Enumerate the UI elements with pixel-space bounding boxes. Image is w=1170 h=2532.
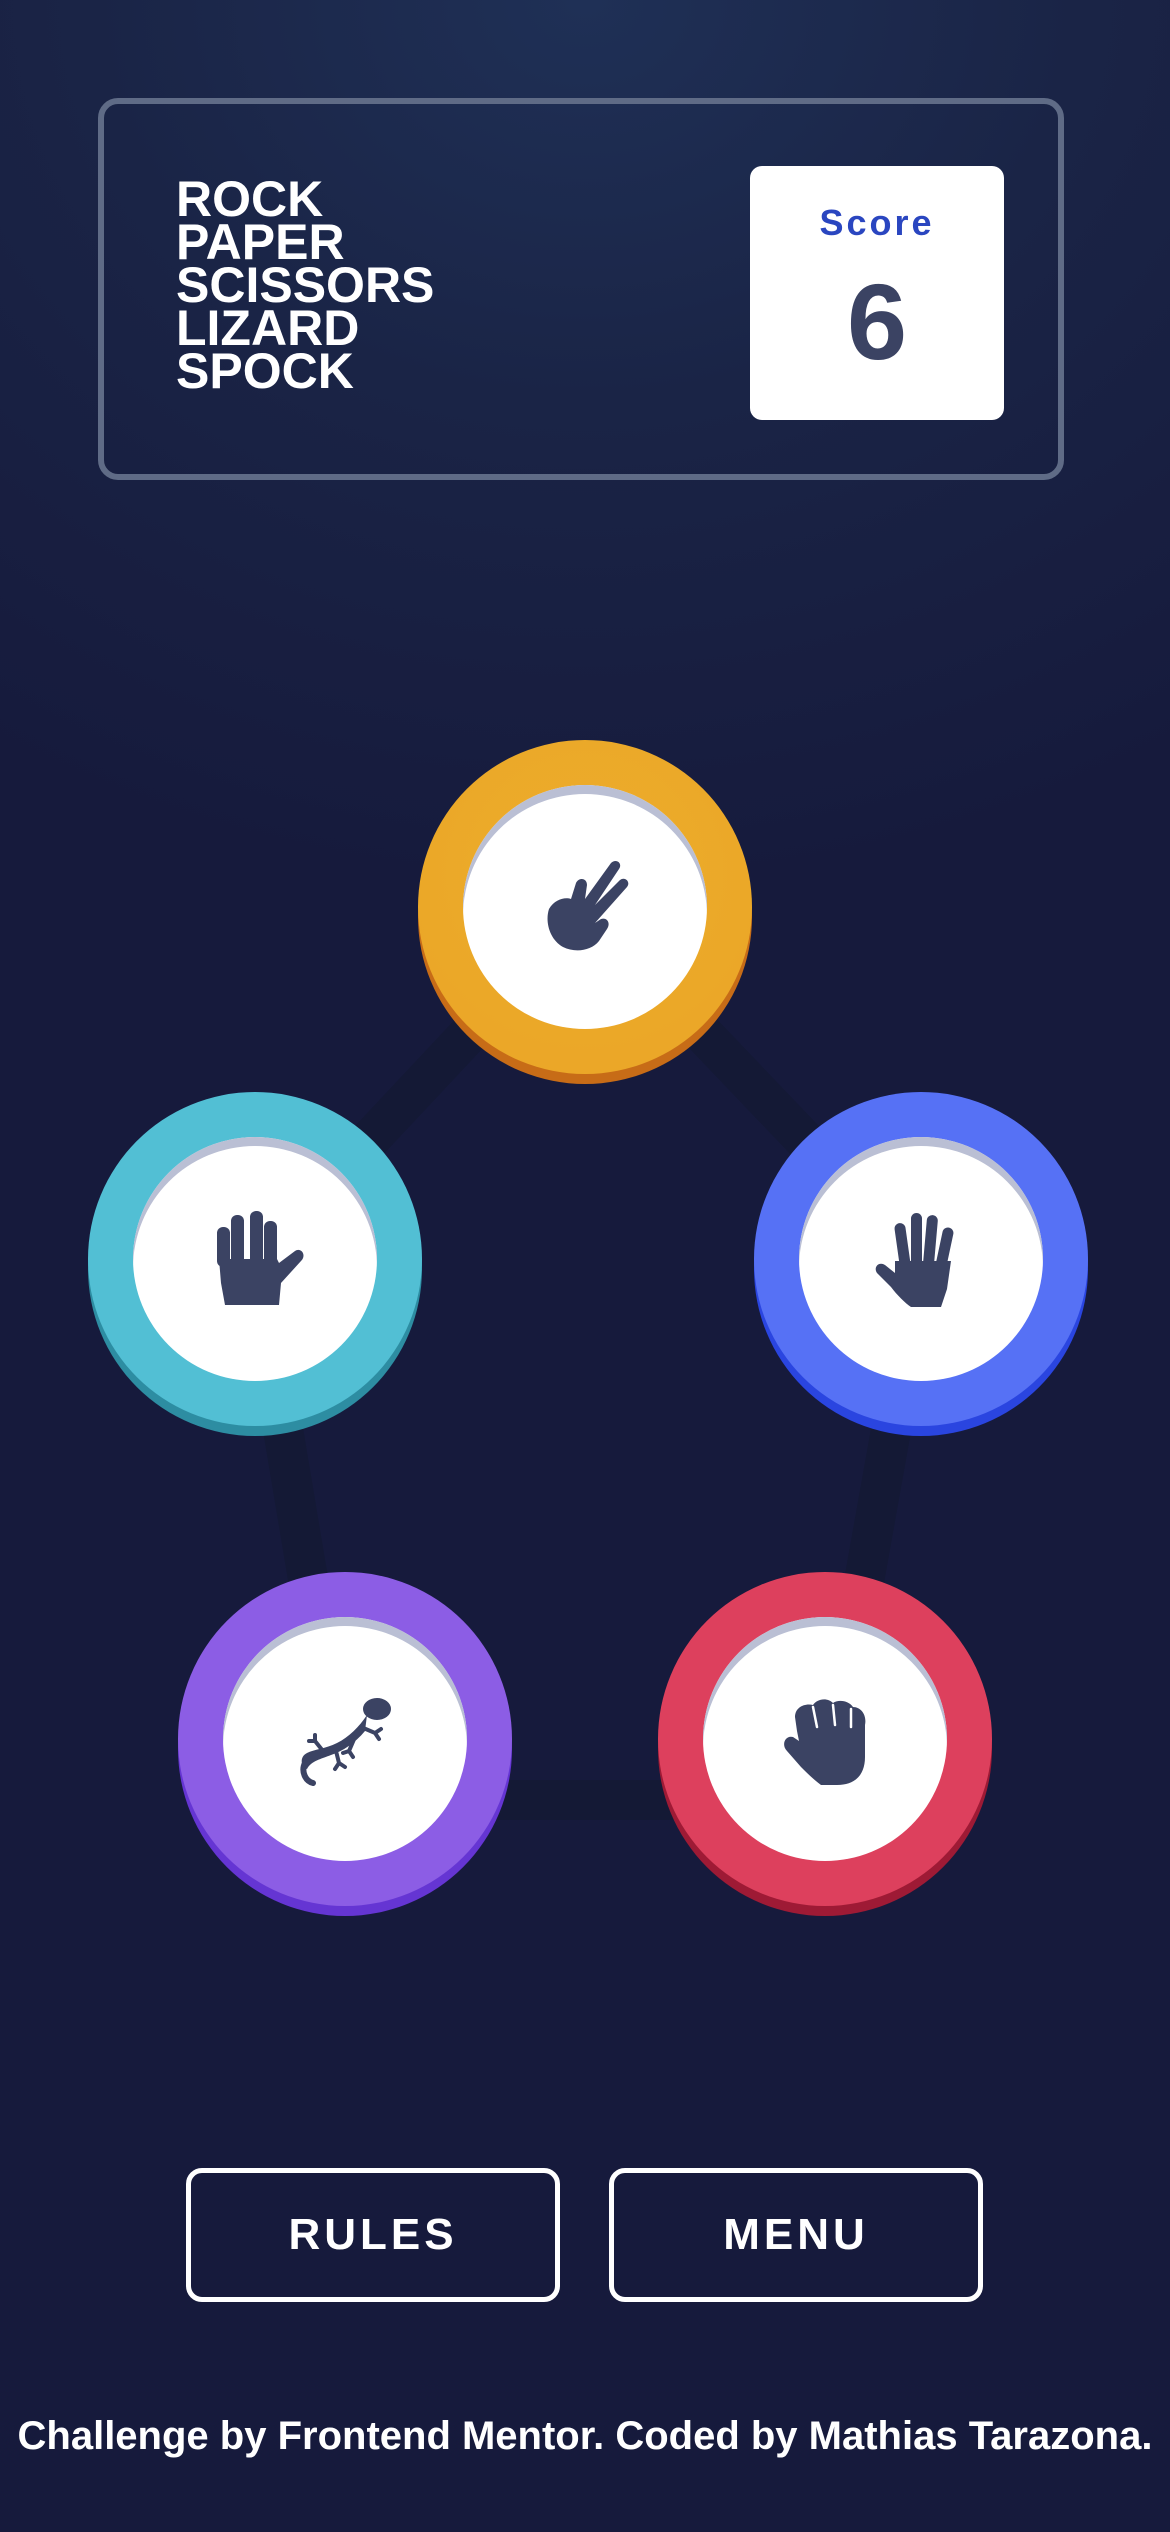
lizard-icon bbox=[300, 1698, 391, 1786]
rock-token[interactable] bbox=[658, 1572, 992, 1916]
paper-hand-icon bbox=[875, 1213, 954, 1307]
menu-button[interactable]: MENU bbox=[609, 2168, 983, 2302]
scissors-hand-icon bbox=[547, 860, 629, 951]
spock-hand-icon bbox=[217, 1211, 304, 1305]
scissors-token[interactable] bbox=[418, 740, 752, 1084]
score-label: Score bbox=[819, 202, 935, 243]
score-value: 6 bbox=[846, 261, 908, 382]
game-title: ROCK PAPER SCISSORS LIZARD SPOCK bbox=[176, 174, 434, 399]
spock-token[interactable] bbox=[88, 1092, 422, 1436]
rock-fist-icon bbox=[784, 1699, 866, 1785]
title-line-spock: SPOCK bbox=[176, 343, 354, 399]
score-box: Score 6 bbox=[750, 166, 1004, 420]
rules-button[interactable]: RULES bbox=[186, 2168, 560, 2302]
lizard-token[interactable] bbox=[178, 1572, 512, 1916]
attribution-footer: Challenge by Frontend Mentor. Coded by M… bbox=[17, 2414, 1153, 2458]
paper-token[interactable] bbox=[754, 1092, 1088, 1436]
scoreboard-header: ROCK PAPER SCISSORS LIZARD SPOCK Score 6 bbox=[98, 98, 1064, 480]
